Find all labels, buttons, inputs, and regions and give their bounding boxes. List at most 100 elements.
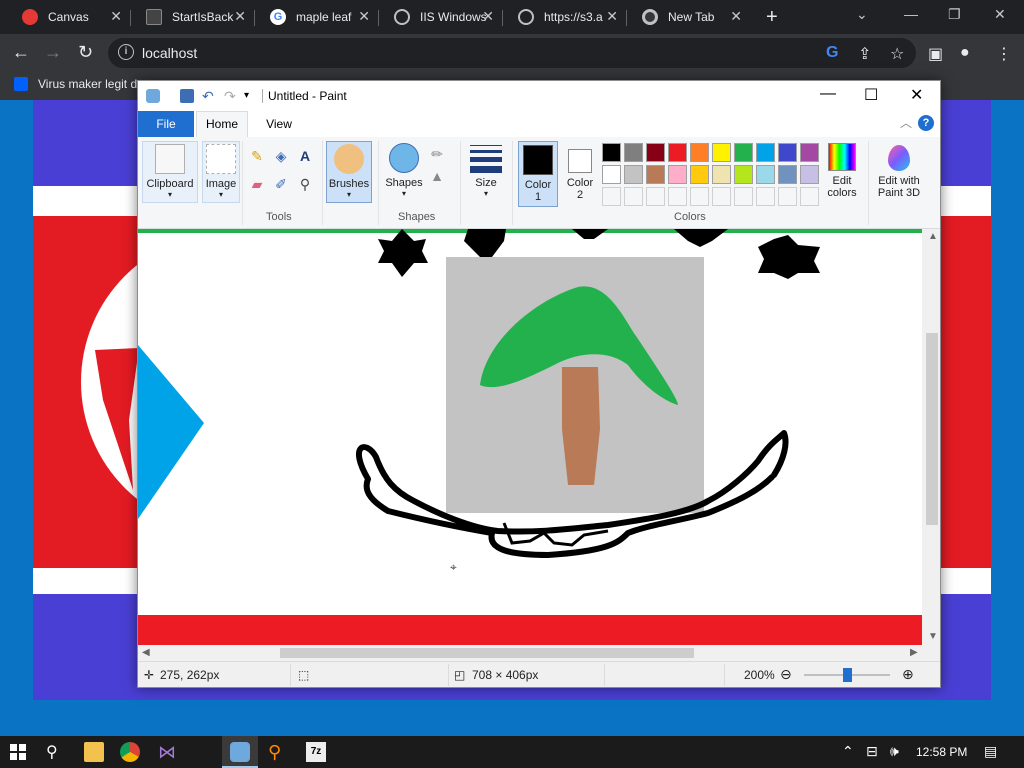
palette-swatch[interactable] [756, 187, 775, 206]
magnifier-icon[interactable]: ⚲ [296, 175, 314, 193]
profile-icon[interactable]: ● [960, 44, 970, 62]
google-lens-icon[interactable]: G [826, 44, 838, 62]
windows-start-icon[interactable] [10, 744, 26, 760]
zoom-slider-thumb[interactable] [843, 668, 852, 682]
palette-swatch[interactable] [778, 165, 797, 184]
palette-swatch[interactable] [646, 143, 665, 162]
palette-swatch[interactable] [646, 165, 665, 184]
site-info-icon[interactable]: i [118, 44, 134, 60]
menu-icon[interactable]: ⋮ [996, 44, 1012, 64]
color-picker-icon[interactable]: ✐ [272, 175, 290, 193]
close-icon[interactable]: ✕ [910, 85, 923, 105]
bookmark-item[interactable]: Virus maker legit d [14, 77, 137, 91]
share-icon[interactable]: ⇪ [858, 44, 871, 64]
new-tab-button[interactable]: + [766, 6, 778, 29]
tab-file[interactable]: File [138, 111, 194, 137]
palette-swatch[interactable] [624, 143, 643, 162]
tray-chevron-icon[interactable]: ⌃ [842, 743, 854, 760]
zoom-out-icon[interactable]: ⊖ [780, 666, 792, 683]
tab-s3[interactable]: https://s3.a ✕ [504, 4, 627, 30]
minimize-icon[interactable]: — [820, 85, 836, 103]
palette-swatch[interactable] [712, 187, 731, 206]
palette-swatch[interactable] [690, 143, 709, 162]
edit-colors-button[interactable]: Edit colors [822, 141, 862, 207]
palette-swatch[interactable] [668, 143, 687, 162]
collapse-ribbon-icon[interactable]: ︿ [900, 114, 912, 131]
palette-swatch[interactable] [778, 187, 797, 206]
horizontal-scrollbar[interactable]: ◀ ▶ [138, 645, 924, 661]
color1-button[interactable]: Color 1 [518, 141, 558, 207]
outline-icon[interactable]: ✏ [428, 145, 446, 163]
visual-studio-icon[interactable]: ⋈ [158, 742, 178, 762]
paint-app-icon[interactable] [146, 89, 160, 103]
maximize-icon[interactable]: ☐ [864, 85, 878, 105]
file-explorer-icon[interactable] [84, 742, 104, 762]
help-icon[interactable]: ? [918, 115, 934, 131]
chrome-icon[interactable] [120, 742, 140, 762]
tab-maple-leaf[interactable]: G maple leaf ✕ [256, 4, 379, 30]
palette-swatch[interactable] [800, 143, 819, 162]
close-icon[interactable]: ✕ [358, 8, 370, 25]
close-window-icon[interactable]: ✕ [994, 6, 1006, 23]
palette-swatch[interactable] [800, 187, 819, 206]
zoom-slider[interactable] [804, 668, 890, 682]
bookmark-star-icon[interactable]: ☆ [890, 44, 904, 64]
palette-swatch[interactable] [778, 143, 797, 162]
scroll-left-icon[interactable]: ◀ [142, 647, 150, 658]
magnifier-app-icon[interactable]: ⚲ [268, 742, 288, 762]
7zip-icon[interactable]: 7z [306, 742, 326, 762]
palette-swatch[interactable] [624, 187, 643, 206]
redo-icon[interactable]: ↷ [224, 89, 238, 103]
scroll-up-icon[interactable]: ▲ [928, 231, 938, 242]
vertical-scrollbar[interactable]: ▲ ▼ [924, 229, 940, 645]
palette-swatch[interactable] [646, 187, 665, 206]
customize-qa-icon[interactable]: ▾ [244, 89, 258, 103]
clipboard-button[interactable]: Clipboard ▾ [142, 141, 198, 203]
restore-icon[interactable]: ❐ [948, 6, 961, 23]
close-icon[interactable]: ✕ [110, 8, 122, 25]
fill-icon[interactable]: ◈ [272, 147, 290, 165]
undo-icon[interactable]: ↶ [202, 89, 216, 103]
palette-swatch[interactable] [690, 187, 709, 206]
palette-swatch[interactable] [602, 187, 621, 206]
save-icon[interactable] [180, 89, 194, 103]
color2-button[interactable]: Color 2 [562, 141, 598, 207]
horizontal-scroll-thumb[interactable] [280, 648, 694, 658]
side-panel-icon[interactable]: ▣ [928, 44, 943, 64]
eraser-icon[interactable]: ▰ [248, 175, 266, 193]
vertical-scroll-thumb[interactable] [926, 333, 938, 525]
address-text[interactable]: localhost [142, 45, 197, 61]
palette-swatch[interactable] [756, 143, 775, 162]
scroll-down-icon[interactable]: ▼ [928, 631, 938, 642]
clock[interactable]: 12:58 PM [916, 745, 967, 759]
palette-swatch[interactable] [690, 165, 709, 184]
palette-swatch[interactable] [668, 165, 687, 184]
tab-canvas[interactable]: Canvas ✕ [8, 4, 131, 30]
tab-new-tab[interactable]: New Tab ✕ [628, 4, 750, 30]
forward-icon[interactable]: → [44, 42, 62, 63]
tab-startisback[interactable]: StartIsBack ✕ [132, 4, 255, 30]
search-icon[interactable]: ⚲ [46, 742, 58, 762]
close-icon[interactable]: ✕ [482, 8, 494, 25]
tab-home[interactable]: Home [196, 111, 248, 137]
brushes-button[interactable]: Brushes ▾ [326, 141, 372, 203]
zoom-in-icon[interactable]: ⊕ [902, 666, 914, 683]
tab-search-icon[interactable]: ⌄ [856, 6, 868, 23]
scroll-right-icon[interactable]: ▶ [910, 647, 918, 658]
palette-swatch[interactable] [712, 165, 731, 184]
text-icon[interactable]: A [296, 147, 314, 165]
palette-swatch[interactable] [734, 165, 753, 184]
size-button[interactable]: Size ▾ [466, 141, 506, 203]
reload-icon[interactable]: ↻ [78, 42, 93, 63]
palette-swatch[interactable] [734, 143, 753, 162]
notifications-icon[interactable]: ▤ [984, 743, 997, 760]
address-bar[interactable]: i localhost [108, 38, 916, 68]
drawing-canvas[interactable]: ⌖ [138, 229, 922, 645]
minimize-icon[interactable]: — [904, 6, 918, 22]
fill-shape-icon[interactable]: ▲ [428, 167, 446, 185]
palette-swatch[interactable] [624, 165, 643, 184]
tab-view[interactable]: View [254, 111, 304, 137]
tab-iis[interactable]: IIS Windows ✕ [380, 4, 503, 30]
edit-paint3d-button[interactable]: Edit with Paint 3D [872, 141, 926, 207]
palette-swatch[interactable] [756, 165, 775, 184]
